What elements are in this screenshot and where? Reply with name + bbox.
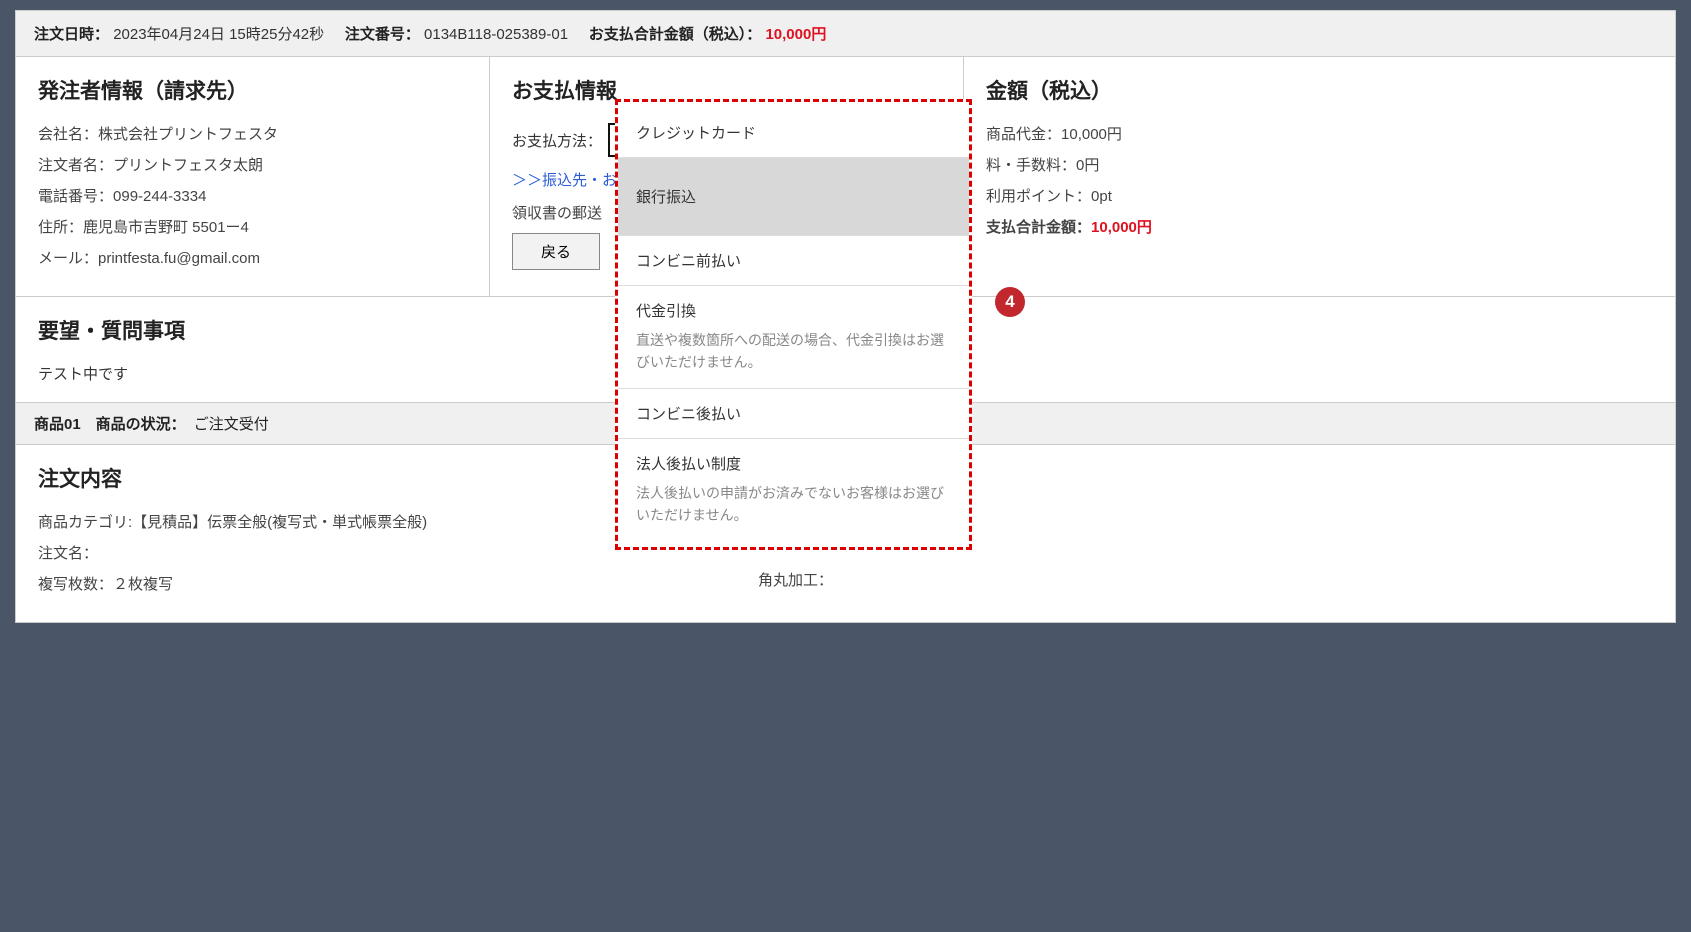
item-amount-value: 10,000円 — [1061, 126, 1122, 143]
phone-value: 099-244-3334 — [113, 188, 206, 205]
order-container: 注文日時： 2023年04月24日 15時25分42秒 注文番号： 0134B1… — [15, 10, 1676, 623]
dd-option-bank[interactable]: 銀行振込 — [618, 158, 969, 236]
order-num-value: 0134B118-025389-01 — [424, 26, 568, 43]
name-label: 注文者名： — [38, 157, 113, 174]
dd-option-credit[interactable]: クレジットカード — [618, 108, 969, 158]
dd-option-cod[interactable]: 代金引換 直送や複数箇所への配送の場合、代金引換はお選びいただけません。 — [618, 286, 969, 389]
pay-method-label: お支払方法： — [512, 130, 602, 151]
corner-label: 角丸加工： — [758, 569, 1653, 590]
product-label: 商品01 商品の状況： — [34, 416, 186, 433]
orderer-title: 発注者情報（請求先） — [38, 75, 467, 105]
pay-total-value: 10,000円 — [765, 26, 826, 43]
name-value: プリントフェスタ太朗 — [113, 157, 263, 174]
copies-value: ２枚複写 — [113, 576, 173, 593]
company-value: 株式会社プリントフェスタ — [98, 126, 278, 143]
dd-cod-title: 代金引換 — [636, 300, 951, 321]
amounts-title: 金額（税込） — [986, 75, 1653, 105]
pay-method-dropdown: クレジットカード 銀行振込 コンビニ前払い 代金引換 直送や複数箇所への配送の場… — [615, 99, 972, 550]
annotation-badge: 4 — [995, 287, 1025, 317]
points-value: 0pt — [1091, 188, 1112, 205]
address-label: 住所： — [38, 219, 83, 236]
order-header: 注文日時： 2023年04月24日 15時25分42秒 注文番号： 0134B1… — [16, 11, 1675, 57]
total-value: 10,000円 — [1091, 219, 1152, 236]
dd-option-conv-postpay[interactable]: コンビニ後払い — [618, 389, 969, 439]
category-label: 商品カテゴリ: — [38, 514, 132, 531]
total-label: 支払合計金額： — [986, 219, 1091, 236]
fee-value: 0円 — [1076, 157, 1099, 174]
amounts-panel: 金額（税込） 商品代金：10,000円 料・手数料：0円 利用ポイント：0pt … — [964, 57, 1675, 296]
dd-corp-title: 法人後払い制度 — [636, 453, 951, 474]
order-num-label: 注文番号： — [345, 26, 420, 43]
phone-label: 電話番号： — [38, 188, 113, 205]
category-value: 【見積品】伝票全般(複写式・単式帳票全般) — [132, 514, 427, 531]
dd-cod-desc: 直送や複数箇所への配送の場合、代金引換はお選びいただけません。 — [636, 329, 951, 374]
back-button[interactable]: 戻る — [512, 233, 600, 270]
company-label: 会社名： — [38, 126, 98, 143]
email-label: メール： — [38, 250, 98, 267]
item-amount-label: 商品代金： — [986, 126, 1061, 143]
payment-panel: お支払情報 お支払方法： ＞＞振込先・お 領収書の郵送 戻る クレジットカード … — [490, 57, 964, 296]
dd-option-corp[interactable]: 法人後払い制度 法人後払いの申請がお済みでないお客様はお選びいただけません。 — [618, 439, 969, 541]
product-status-text: ご注文受付 — [194, 416, 269, 433]
orderer-info-panel: 発注者情報（請求先） 会社名：株式会社プリントフェスタ 注文者名：プリントフェス… — [16, 57, 490, 296]
dd-option-conv-prepay[interactable]: コンビニ前払い — [618, 236, 969, 286]
copies-label: 複写枚数： — [38, 576, 113, 593]
address-value: 鹿児島市吉野町 5501ー4 — [83, 219, 249, 236]
fee-label: 料・手数料： — [986, 157, 1076, 174]
order-date-value: 2023年04月24日 15時25分42秒 — [113, 26, 324, 43]
email-value: printfesta.fu@gmail.com — [98, 250, 260, 267]
points-label: 利用ポイント： — [986, 188, 1091, 205]
dd-corp-desc: 法人後払いの申請がお済みでないお客様はお選びいただけません。 — [636, 482, 951, 527]
order-date-label: 注文日時： — [34, 26, 109, 43]
pay-total-label: お支払合計金額（税込）： — [589, 26, 762, 43]
